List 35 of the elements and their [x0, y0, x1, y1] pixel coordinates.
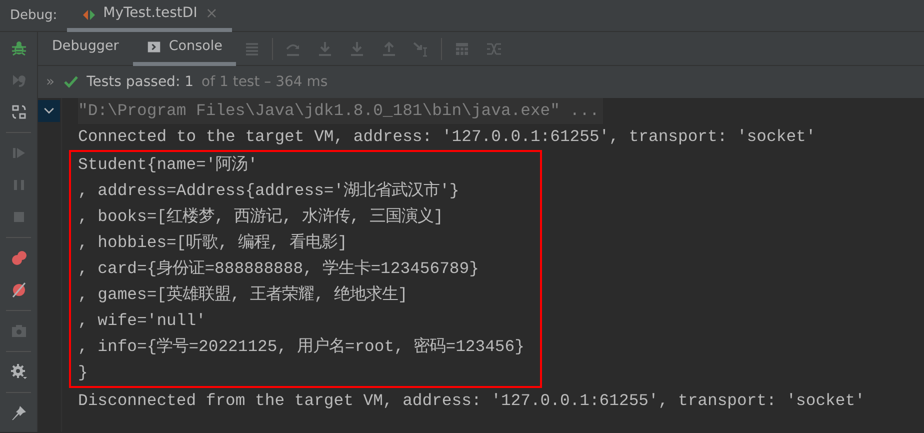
step-into-icon[interactable] [317, 40, 334, 56]
collapse-button[interactable] [38, 100, 60, 122]
step-out-icon[interactable] [381, 40, 398, 56]
console-line: , info={学号=20221125, 用户名=root, 密码=123456} [78, 337, 524, 356]
trace-icon[interactable] [486, 40, 502, 56]
console-line: , books=[红楼梦, 西游记, 水浒传, 三国演义] [78, 207, 444, 226]
console-line: Disconnected from the target VM, address: '127.0.0.1:61255', transport: 'socket' [78, 391, 865, 410]
settings-icon[interactable] [11, 364, 27, 380]
mute-breakpoints-icon[interactable] [11, 282, 27, 298]
console-line: Connected to the target VM, address: '127.0.0.1:61255', transport: 'socket' [78, 127, 816, 146]
console-line: , hobbies=[听歌, 编程, 看电影] [78, 233, 348, 252]
rerun-icon[interactable] [11, 72, 27, 88]
tool-tab[interactable]: Debugger [38, 32, 133, 66]
console-line: Student{name='阿汤' [78, 155, 258, 174]
bug-icon[interactable] [11, 40, 27, 56]
test-status: Tests passed: 1 [86, 72, 194, 92]
camera-icon[interactable] [11, 323, 27, 339]
breakpoints-icon[interactable] [11, 250, 27, 266]
resume-icon[interactable] [11, 145, 27, 161]
pause-icon[interactable] [11, 177, 27, 193]
console-line: , games=[英雄联盟, 王者荣耀, 绝地求生] [78, 285, 408, 304]
console-line: } [78, 363, 88, 382]
refresh-icon[interactable] [11, 104, 27, 120]
force-step-into-icon[interactable] [349, 40, 366, 56]
console-line: , card={身份证=888888888, 学生卡=123456789} [78, 259, 479, 278]
menu-icon[interactable] [244, 40, 260, 56]
pin-icon[interactable] [11, 405, 27, 421]
check-icon [62, 74, 79, 90]
console-line: , wife='null' [78, 311, 206, 330]
calculator-icon[interactable] [454, 40, 470, 56]
run-to-cursor-icon[interactable] [413, 40, 430, 56]
stop-icon[interactable] [11, 209, 27, 225]
test-summary: of 1 test – 364 ms [202, 72, 328, 92]
console-line: , address=Address{address='湖北省武汉市'} [78, 181, 460, 200]
panel-title: Debug: [9, 6, 58, 24]
